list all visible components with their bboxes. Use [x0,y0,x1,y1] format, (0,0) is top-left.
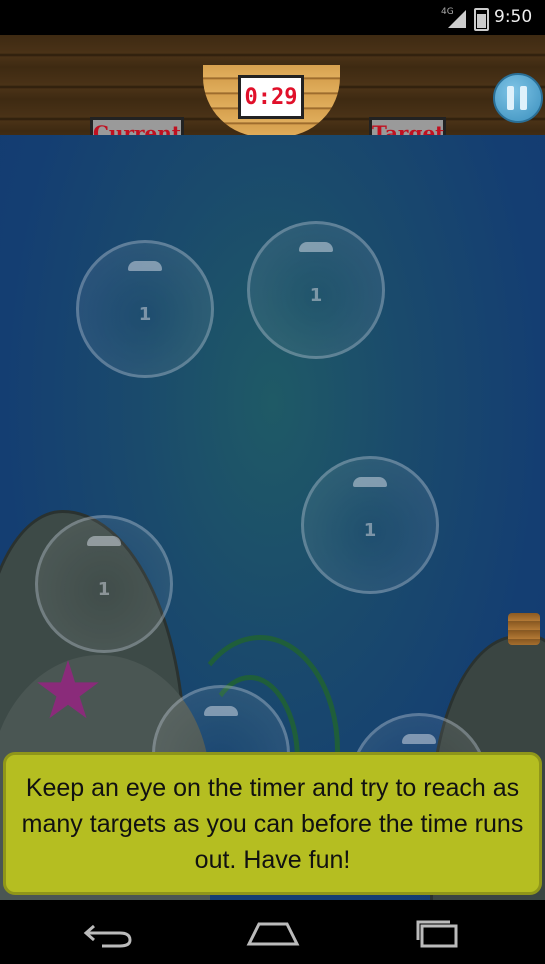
game-hud: 0:29 Current 4 Target 5 [0,35,545,170]
timer-display: 0:29 [238,75,304,119]
bubble-value: 1 [363,519,377,541]
recents-icon[interactable] [408,916,468,950]
bubble[interactable]: 1 [35,515,173,653]
bubble-value: 1 [97,578,111,600]
signal-icon [448,10,466,28]
navigation-bar [0,900,545,964]
bubble-value: 1 [138,303,152,325]
pause-button[interactable] [493,73,543,123]
barrel [508,613,540,645]
bubble[interactable]: 1 [301,456,439,594]
battery-icon [474,8,489,31]
status-bar: 4G 9:50 [0,0,545,35]
bubble[interactable]: 1 [247,221,385,359]
clock: 9:50 [494,7,533,27]
bubble-value: 1 [309,284,323,306]
tutorial-tip[interactable]: Keep an eye on the timer and try to reac… [3,752,542,895]
tip-text: Keep an eye on the timer and try to reac… [21,773,524,874]
pause-icon [507,86,514,110]
bubble[interactable]: 1 [76,240,214,378]
home-icon[interactable] [243,916,303,950]
back-arrow-icon[interactable] [80,916,140,950]
